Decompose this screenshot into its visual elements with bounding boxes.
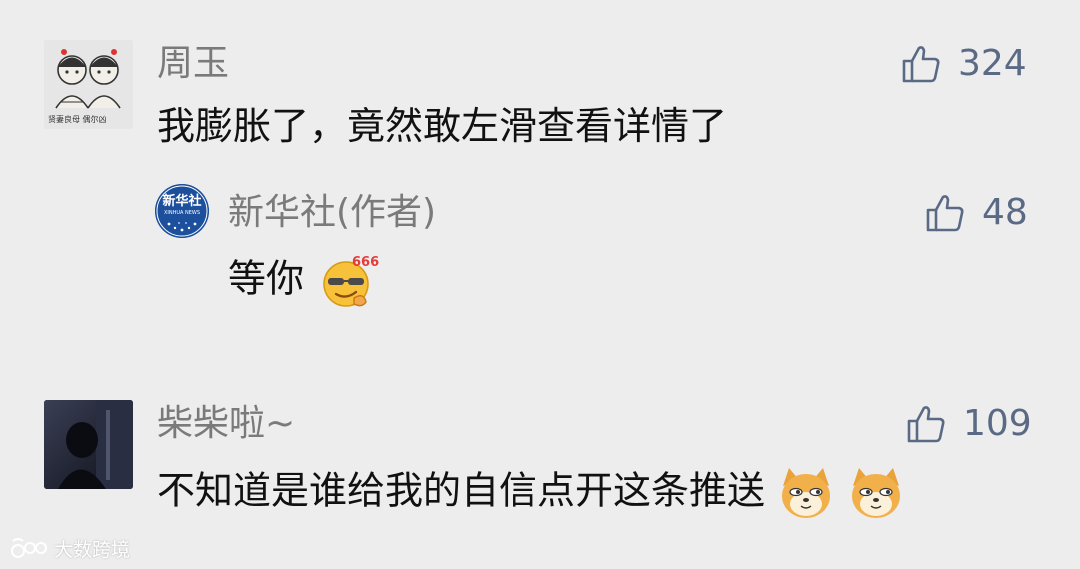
thumbs-up-icon bbox=[926, 195, 964, 232]
thumbs-up-icon bbox=[902, 46, 940, 83]
watermark-text: 大数跨境 bbox=[54, 539, 131, 561]
comment-author[interactable]: 周玉 bbox=[157, 42, 229, 86]
doge-emoji-icon bbox=[782, 468, 831, 518]
author-reply: 新华社 XINHUA NEWS 新华社(作者) 等你 666 48 bbox=[0, 160, 1080, 340]
avatar-caption: 贤妻良母 偶尔凶 bbox=[48, 115, 107, 124]
watermark: 大数跨境 bbox=[10, 535, 130, 562]
comment-author[interactable]: 柴柴啦~ bbox=[157, 402, 295, 446]
xinhua-logo-cn: 新华社 bbox=[162, 194, 202, 209]
like-button[interactable]: 324 bbox=[900, 42, 1027, 86]
reply-text-row: 等你 666 bbox=[228, 250, 380, 312]
avatar-1[interactable]: 贤妻良母 偶尔凶 bbox=[44, 40, 133, 129]
weibo-logo-icon bbox=[11, 537, 47, 558]
comment-item-1: 贤妻良母 偶尔凶 周玉 我膨胀了，竟然敢左滑查看详情了 324 bbox=[0, 0, 1080, 160]
emoji-666-text: 666 bbox=[352, 255, 379, 270]
comment-text-row: 不知道是谁给我的自信点开这条推送 bbox=[157, 464, 905, 522]
doge-emoji-icon bbox=[852, 468, 901, 518]
like-count: 324 bbox=[958, 43, 1027, 84]
comment-text: 不知道是谁给我的自信点开这条推送 bbox=[157, 468, 766, 513]
avatar-2[interactable]: 新华社 XINHUA NEWS bbox=[155, 184, 209, 238]
like-count: 48 bbox=[982, 192, 1028, 233]
666-emoji-icon: 666 bbox=[323, 255, 379, 307]
reply-text: 等你 bbox=[228, 256, 305, 301]
like-button[interactable]: 48 bbox=[924, 191, 1028, 235]
like-count: 109 bbox=[963, 403, 1032, 444]
like-button[interactable]: 109 bbox=[905, 402, 1032, 446]
comment-text: 我膨胀了，竟然敢左滑查看详情了 bbox=[157, 104, 728, 148]
dark-photo-avatar-icon bbox=[44, 400, 133, 489]
xinhua-logo-en: XINHUA NEWS bbox=[163, 210, 201, 216]
thumbs-up-icon bbox=[907, 406, 945, 443]
comment-item-2: 柴柴啦~ 不知道是谁给我的自信点开这条推送 109 bbox=[0, 380, 1080, 530]
reply-author[interactable]: 新华社(作者) bbox=[228, 191, 436, 235]
avatar-3[interactable] bbox=[44, 400, 133, 489]
